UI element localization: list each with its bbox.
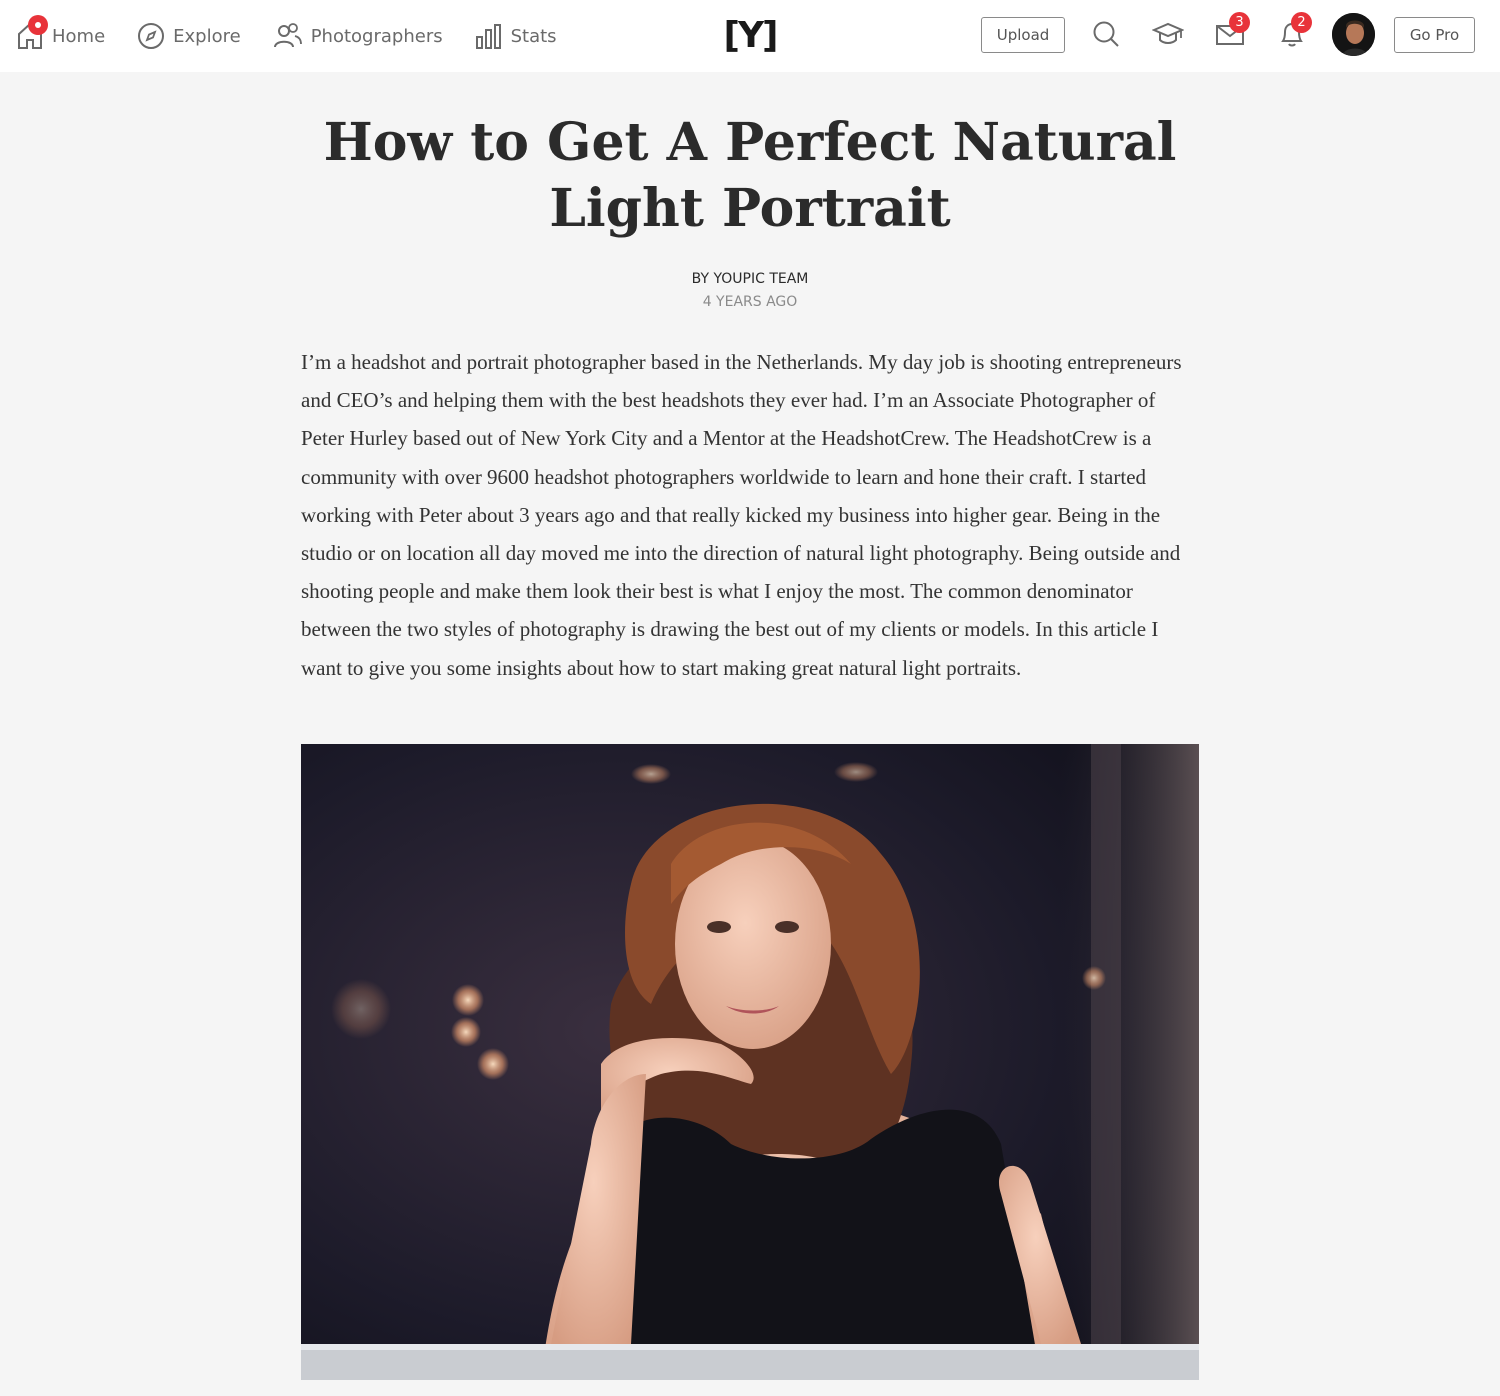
compass-icon <box>137 22 165 50</box>
youpic-logo[interactable]: [Y] <box>724 13 779 57</box>
search-icon <box>1090 21 1122 54</box>
article-title: How to Get A Perfect Natural Light Portr… <box>323 112 1177 239</box>
nav-home[interactable]: Home <box>16 15 106 51</box>
article-paragraph: I’m a headshot and portrait photographer… <box>301 350 1182 680</box>
notifications-badge: 2 <box>1291 12 1312 33</box>
bell-icon <box>1276 22 1308 54</box>
people-icon <box>273 22 303 50</box>
nav-explore[interactable]: Explore <box>137 22 241 50</box>
article-date: 4 YEARS AGO <box>702 294 798 310</box>
nav-stats[interactable]: Stats <box>475 22 557 50</box>
primary-nav: Home Explore Photographers Stats <box>16 0 589 72</box>
nav-explore-label: Explore <box>173 25 241 47</box>
bar-chart-icon <box>475 22 503 50</box>
home-notification-dot <box>28 15 48 35</box>
home-icon <box>16 15 48 51</box>
nav-stats-label: Stats <box>510 25 557 47</box>
article-hero-photo <box>301 744 1199 1380</box>
nav-photographers[interactable]: Photographers <box>273 22 443 50</box>
upload-button[interactable]: Upload <box>981 17 1065 53</box>
search-button[interactable] <box>1090 18 1122 50</box>
top-navbar: Home Explore Photographers Stats [Y] Upl… <box>0 0 1500 72</box>
user-avatar[interactable] <box>1332 13 1375 56</box>
go-pro-button[interactable]: Go Pro <box>1394 17 1475 53</box>
mail-icon <box>1214 25 1246 54</box>
nav-photographers-label: Photographers <box>310 25 443 47</box>
learn-button[interactable] <box>1151 18 1185 50</box>
article-author[interactable]: BY YOUPIC TEAM <box>500 271 1000 287</box>
graduation-cap-icon <box>1151 22 1185 54</box>
messages-badge: 3 <box>1229 12 1250 33</box>
nav-home-label: Home <box>52 25 106 47</box>
